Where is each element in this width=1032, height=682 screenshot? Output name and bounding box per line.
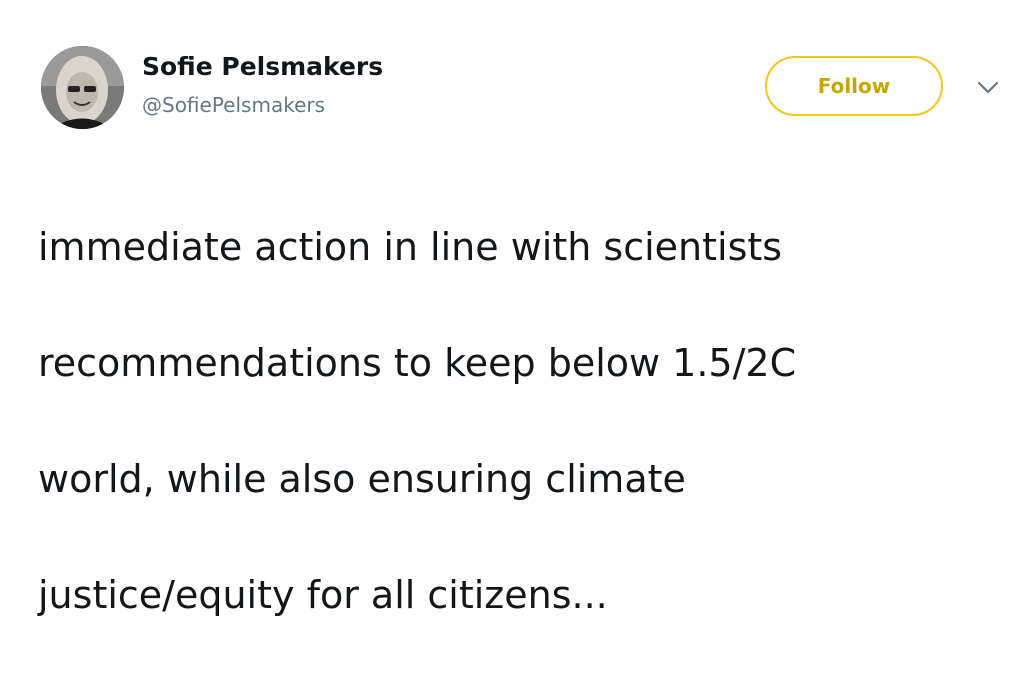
author-name[interactable]: Sofie Pelsmakers — [142, 52, 383, 81]
tweet-text-line: world, while also ensuring climate — [38, 457, 686, 501]
tweet-text-line: immediate action in line with scientists — [38, 225, 783, 269]
chevron-down-icon[interactable] — [976, 80, 1000, 96]
author-handle[interactable]: @SofiePelsmakers — [142, 93, 325, 117]
follow-button[interactable]: Follow — [765, 56, 943, 116]
tweet-text-line: justice/equity for all citizens... — [38, 573, 608, 617]
tweet-card: Sofie Pelsmakers @SofiePelsmakers Follow… — [0, 0, 1032, 617]
profile-photo-icon — [41, 46, 124, 129]
tweet-text: immediate action in line with scientists… — [38, 160, 988, 682]
tweet-text-line: recommendations to keep below 1.5/2C — [38, 341, 797, 385]
avatar[interactable] — [41, 46, 124, 129]
